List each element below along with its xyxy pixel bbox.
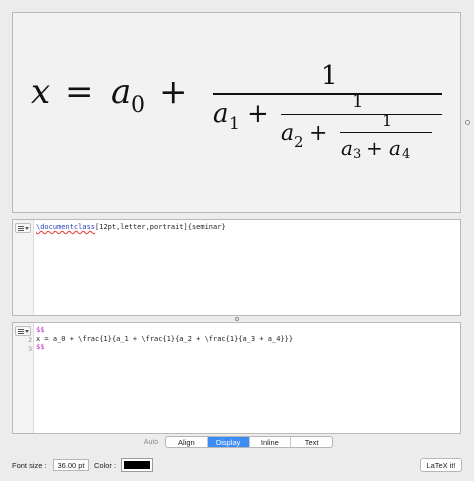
grip-icon (465, 120, 470, 125)
mode-inline[interactable]: Inline (250, 437, 292, 447)
rendered-formula: x = a 0 + 1 a 1 + 1 a 2 + 1 a 3 + a 4 (13, 13, 460, 212)
font-size-input[interactable]: 36.00 pt (53, 459, 89, 471)
font-size-label: Font size : (12, 461, 47, 470)
line-number: 2 (28, 336, 32, 344)
formula-sub4: 4 (402, 147, 411, 162)
code-line-1: $$ (36, 326, 45, 334)
menu-lines-icon (17, 328, 24, 334)
preamble-gutter-menu-button[interactable] (15, 223, 31, 233)
line-numbers: 2 3 (24, 336, 32, 353)
formula-a3: a (341, 136, 353, 160)
formula-sub0: 0 (131, 93, 145, 118)
mode-display[interactable]: Display (207, 437, 250, 447)
equation-preview: x = a 0 + 1 a 1 + 1 a 2 + 1 a 3 + a 4 (12, 12, 461, 213)
formula-a1: a (213, 99, 229, 129)
preamble-editor[interactable]: \documentclass[12pt,letter,portrait]{sem… (12, 219, 461, 316)
splitter-grip-icon[interactable] (235, 317, 239, 321)
formula-equals: = (65, 72, 94, 112)
preamble-gutter (13, 220, 34, 315)
body-gutter: 2 3 (13, 323, 34, 433)
color-swatch (124, 461, 150, 469)
code-line-3: $$ (36, 343, 45, 351)
formula-numerator-1: 1 (321, 61, 338, 91)
body-code[interactable]: $$ x = a_0 + \frac{1}{a_1 + \frac{1}{a_2 … (36, 326, 456, 352)
menu-lines-icon (17, 225, 24, 231)
preview-resize-handle[interactable] (462, 12, 472, 213)
color-well[interactable] (121, 458, 153, 472)
formula-plus-2: + (247, 99, 269, 129)
dropdown-triangle-icon (24, 329, 29, 333)
mode-auto-label[interactable]: Auto (139, 436, 163, 448)
formula-numerator-2: 1 (352, 91, 364, 112)
formula-a2: a (281, 121, 295, 146)
body-gutter-menu-button[interactable] (15, 326, 31, 336)
formula-sub3: 3 (353, 147, 362, 162)
line-number: 3 (28, 344, 32, 353)
formula-sub2: 2 (294, 133, 304, 151)
mode-segmented-control[interactable]: Align Display Inline Text (165, 436, 333, 448)
preamble-command: \documentclass (36, 223, 96, 231)
dropdown-triangle-icon (24, 226, 29, 230)
code-line-2: x = a_0 + \frac{1}{a_1 + \frac{1}{a_2 + … (36, 334, 294, 343)
formula-a4: a (389, 136, 401, 160)
preamble-args: [12pt,letter,portrait]{seminar} (95, 223, 226, 231)
formula-plus-4: + (366, 136, 383, 160)
formula-plus-1: + (159, 72, 188, 112)
fraction-bar-2 (281, 114, 442, 115)
latex-it-button[interactable]: LaTeX it! (420, 458, 462, 472)
formula-plus-3: + (309, 121, 328, 146)
formula-a0: a (111, 72, 132, 112)
formula-x: x (31, 72, 51, 112)
color-label: Color : (94, 461, 117, 470)
formula-numerator-3: 1 (382, 111, 393, 130)
fraction-bar-3 (340, 132, 432, 133)
mode-text[interactable]: Text (291, 437, 332, 447)
fraction-bar-1 (213, 93, 442, 95)
body-editor[interactable]: 2 3 $$ x = a_0 + \frac{1}{a_1 + \frac{1}{… (12, 322, 461, 434)
preamble-code[interactable]: \documentclass[12pt,letter,portrait]{sem… (36, 223, 456, 232)
mode-align[interactable]: Align (166, 437, 208, 447)
formula-sub1: 1 (229, 114, 240, 134)
